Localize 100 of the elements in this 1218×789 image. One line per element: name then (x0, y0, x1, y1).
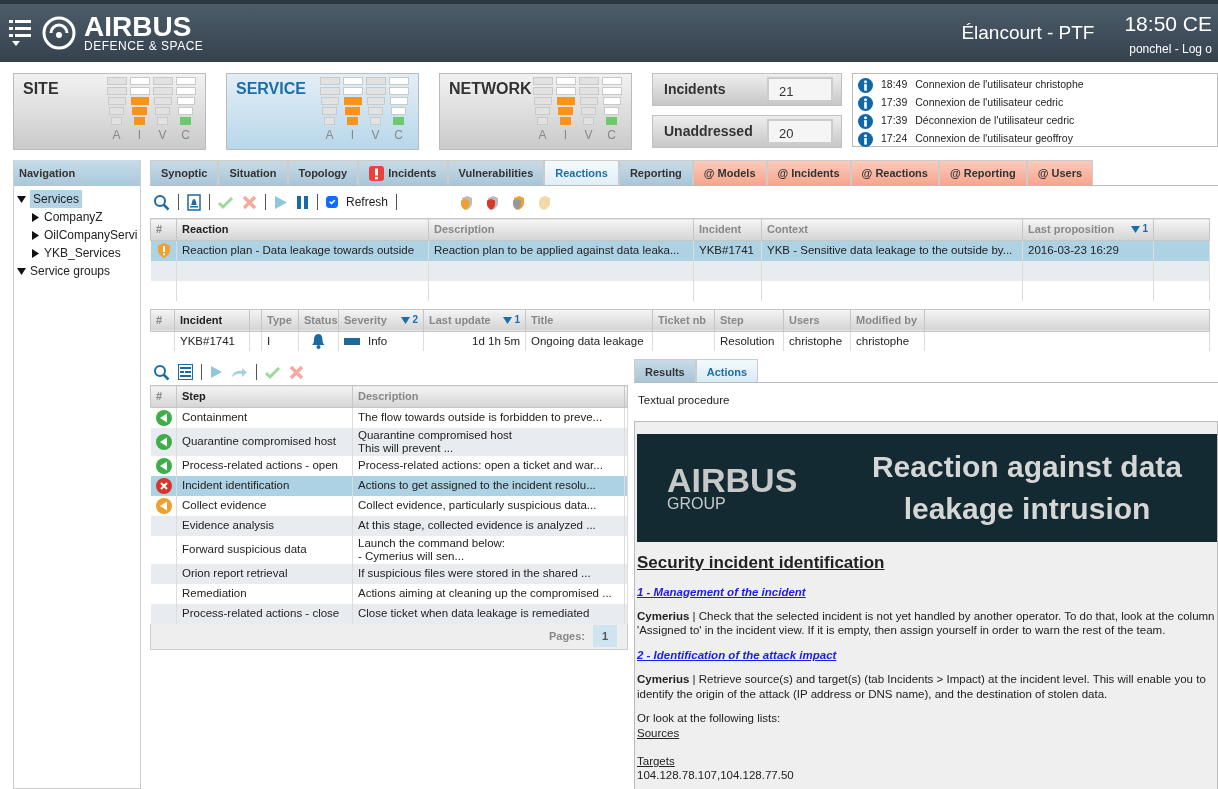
table-cell: Process-related actions - close (176, 603, 353, 624)
meter-label: A (325, 129, 334, 142)
tree-item[interactable]: YKB_Services (44, 244, 121, 262)
tab[interactable]: Situation (218, 160, 288, 185)
page-button[interactable]: 1 (593, 625, 617, 647)
tab[interactable]: Topology (287, 160, 359, 185)
list-title: Targets (637, 753, 676, 769)
collapse-arrow-icon[interactable] (17, 194, 26, 204)
table-cell: Forward suspicious data (176, 535, 353, 564)
banner-logo-subtitle: GROUP (667, 496, 727, 513)
log-time: 18:49 (881, 77, 908, 93)
counter-value: 20 (767, 119, 833, 144)
gauge-panel[interactable]: SERVICE A I V C (226, 73, 419, 150)
pages-label: Pages: (548, 628, 585, 644)
table-cell: Quarantine compromised host (176, 427, 353, 456)
log-message: Déconnexion de l'utilisateur cedric (915, 113, 1075, 129)
table-row[interactable]: Orion report retrieval If suspicious files were stored in the shared ... (150, 563, 628, 584)
table-cell: christophe (850, 331, 925, 351)
list-title: Sources (637, 725, 681, 740)
tab[interactable]: Reporting (618, 160, 693, 185)
list-icon[interactable] (178, 364, 193, 380)
paragraph: Cymerius | Retrieve source(s) and target(s) (tab Incidents > Impact) at the incident level. This will enable you to identify the origin of the attack (IP address or DNS name), and the destination of stolen data. (637, 672, 1207, 702)
tree-item[interactable]: Service groups (30, 262, 111, 280)
gauge-panel[interactable]: NETWORK A I V C (439, 73, 632, 150)
table-cell: At this stage, collected evidence is analyzed ... (352, 515, 625, 536)
table-cell: christophe (783, 331, 851, 351)
tab[interactable]: Actions (695, 359, 759, 382)
table-row[interactable]: Remediation Actions aiming at cleaning up the compromised ... (150, 583, 628, 604)
log-message: Connexion de l'utilisateur christophe (915, 77, 1084, 93)
table-cell: Evidence analysis (176, 515, 353, 536)
counter-value: 21 (767, 77, 833, 102)
table-row[interactable]: Process-related actions - close Close ticket when data leakage is remediated (150, 603, 628, 624)
table-cell: Process-related actions: open a ticket and war... (352, 455, 625, 476)
column-header[interactable]: Incident (174, 309, 250, 331)
table-row[interactable]: Collect evidence Collect evidence, particularly suspicious data... (150, 495, 628, 516)
bell-icon (312, 334, 325, 350)
tab[interactable]: @ Users (1026, 160, 1094, 185)
column-header[interactable]: Step (176, 385, 353, 408)
tab[interactable]: @ Models (692, 160, 767, 185)
tab[interactable]: @ Reporting (938, 160, 1027, 185)
search-icon[interactable] (153, 363, 170, 381)
column-header[interactable]: Severity 2 (338, 309, 424, 331)
tree-item[interactable]: CompanyZ (44, 208, 103, 226)
expand-arrow-icon[interactable] (31, 212, 40, 222)
tab[interactable]: Vulnerabilities (447, 160, 545, 185)
table-cell: YKB#1741 (174, 331, 250, 351)
severity-label: Info (368, 333, 388, 349)
banner-logo: AIRBUS (667, 464, 799, 497)
logout-link[interactable]: Log o (1181, 41, 1212, 56)
caption: Textual procedure (637, 393, 731, 408)
gauge-panel[interactable]: SITE A I V C (13, 73, 206, 150)
table-row[interactable]: YKB#1741 I Info 1d 1h 5m Ongoing data leakage Resolution christophe christophe (150, 331, 1210, 351)
meter-label: A (112, 129, 121, 142)
log-message: Connexion de l'utilisateur geoffroy (915, 131, 1073, 147)
table-cell: Resolution (714, 331, 784, 351)
tab[interactable]: @ Reactions (850, 160, 939, 185)
gauge-title: NETWORK (449, 79, 531, 99)
bell-document-icon[interactable] (187, 193, 201, 211)
tab[interactable]: Results (634, 359, 696, 382)
check-icon[interactable] (218, 194, 234, 210)
expand-arrow-icon[interactable] (31, 230, 40, 240)
menu-icon[interactable] (8, 18, 34, 48)
tab[interactable]: Synoptic (150, 160, 219, 185)
document-heading: Security incident identification (637, 556, 886, 571)
table-cell: I (261, 331, 299, 351)
column-header[interactable]: Reaction (176, 218, 429, 241)
table-row[interactable]: Quarantine compromised host Quarantine compromised host This will prevent ... (150, 427, 628, 456)
tree-item[interactable]: Services (30, 190, 82, 208)
refresh-checkbox[interactable] (326, 196, 338, 208)
tree-item[interactable]: OilCompanyServi (44, 226, 138, 244)
table-row[interactable]: Forward suspicious data Launch the command below: - Cymerius will sen... (150, 535, 628, 564)
table-cell: 1d 1h 5m (423, 331, 526, 351)
collapse-arrow-icon[interactable] (17, 266, 26, 276)
tab[interactable]: @ Incidents (766, 160, 851, 185)
clock: 18:50 CE (1124, 11, 1212, 38)
table-row[interactable]: Evidence analysis At this stage, collected evidence is analyzed ... (150, 515, 628, 536)
table-row[interactable]: Containment The flow towards outside is forbidden to preve... (150, 407, 628, 428)
table-cell: Actions aiming at cleaning up the compromised ... (352, 583, 625, 604)
table-row[interactable]: Reaction plan - Data leakage towards outside Reaction plan to be applied against data leaka... YKB#1741 YKB - Sensitive data leakage to the outside by... 2016-03-23 16:29 (150, 240, 1210, 261)
column-header[interactable]: Last proposition 1 (1022, 218, 1154, 241)
sort-arrow-icon (400, 316, 410, 324)
table-row[interactable]: Incident identification Actions to get assigned to the incident resolu... (150, 475, 628, 496)
column-header[interactable]: Last update 1 (423, 309, 526, 331)
table-cell: Close ticket when data leakage is remediated (352, 603, 625, 624)
user-name: ponchel - (1129, 41, 1180, 56)
table-cell: Launch the command below: - Cymerius will sen... (352, 535, 625, 564)
table-cell: Collect evidence (176, 495, 353, 516)
check-icon[interactable] (265, 364, 281, 380)
meter-label: I (137, 129, 142, 142)
search-icon[interactable] (153, 193, 170, 211)
table-row[interactable]: Process-related actions - open Process-related actions: open a ticket and war... (150, 455, 628, 476)
tab[interactable]: Reactions (544, 160, 619, 185)
expand-arrow-icon[interactable] (31, 248, 40, 258)
tab[interactable]: Incidents (358, 160, 448, 185)
meter-label: C (394, 129, 403, 142)
section-link[interactable]: 1 - Management of the incident (637, 584, 1217, 600)
table-cell: Orion report retrieval (176, 563, 353, 584)
table-cell: If suspicious files were stored in the shared ... (352, 563, 625, 584)
section-link[interactable]: 2 - Identification of the attack impact (637, 647, 1217, 663)
pause-icon[interactable] (296, 194, 309, 210)
